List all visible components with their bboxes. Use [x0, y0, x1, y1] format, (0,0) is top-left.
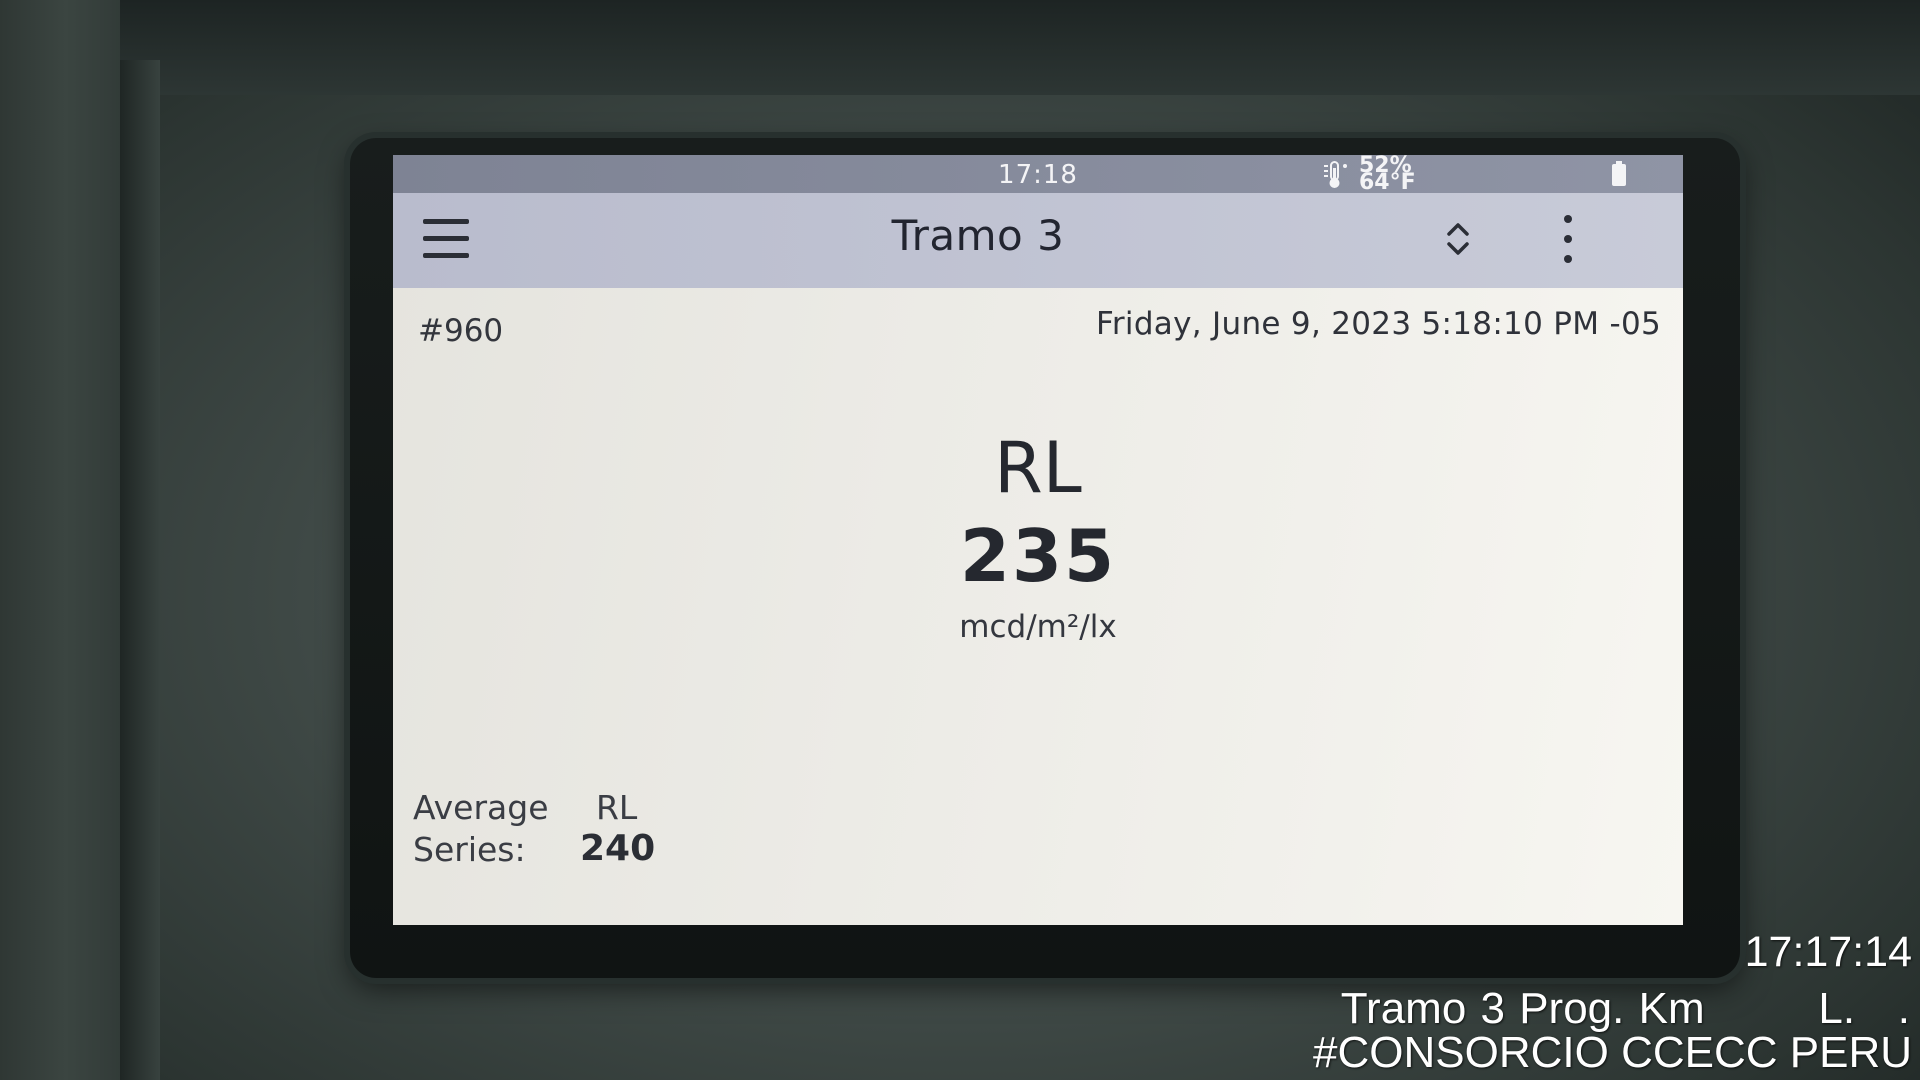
measurement-value: 235 — [959, 514, 1117, 598]
average-value: 240 — [580, 828, 656, 869]
environment-readout: 52% 64°F — [1323, 155, 1433, 195]
device-case-top — [0, 0, 1920, 95]
status-time: 17:18 — [998, 160, 1078, 190]
measurement-unit: mcd/m²/lx — [959, 609, 1117, 645]
page-title: Tramo 3 — [891, 211, 1065, 260]
measurement-readout: RL 235 mcd/m²/lx — [393, 428, 1683, 650]
sort-icon[interactable] — [1443, 217, 1473, 261]
device-case-left — [0, 0, 120, 1080]
measurement-panel: #960 Friday, June 9, 2023 5:18:10 PM -05… — [393, 288, 1683, 925]
device-case-edge — [120, 60, 160, 1080]
average-parameter: RL — [596, 788, 638, 827]
record-timestamp: Friday, June 9, 2023 5:18:10 PM -05 — [1096, 306, 1661, 342]
photo-location: Tramo 3 Prog. Km L. . — [1340, 984, 1910, 1033]
app-bar: Tramo 3 — [393, 193, 1683, 288]
series-label: Series: — [413, 830, 526, 869]
photo-timestamp: 17:17:14 — [1744, 928, 1912, 976]
temperature-value: 64°F — [1359, 170, 1416, 195]
thermometer-icon — [1324, 161, 1347, 188]
record-id: #960 — [418, 313, 504, 349]
status-bar: 17:18 52% 64°F — [393, 155, 1683, 195]
more-vert-icon[interactable] — [1558, 211, 1578, 267]
battery-icon — [1612, 161, 1626, 186]
photo-company: #CONSORCIO CCECC PERU — [1313, 1028, 1912, 1077]
average-label: Average — [413, 788, 549, 827]
series-average: Average Series: RL 240 — [413, 788, 773, 888]
measurement-parameter: RL — [994, 427, 1082, 509]
device-screen: 17:18 52% 64°F Tramo 3 #960 Friday, June… — [393, 155, 1683, 925]
